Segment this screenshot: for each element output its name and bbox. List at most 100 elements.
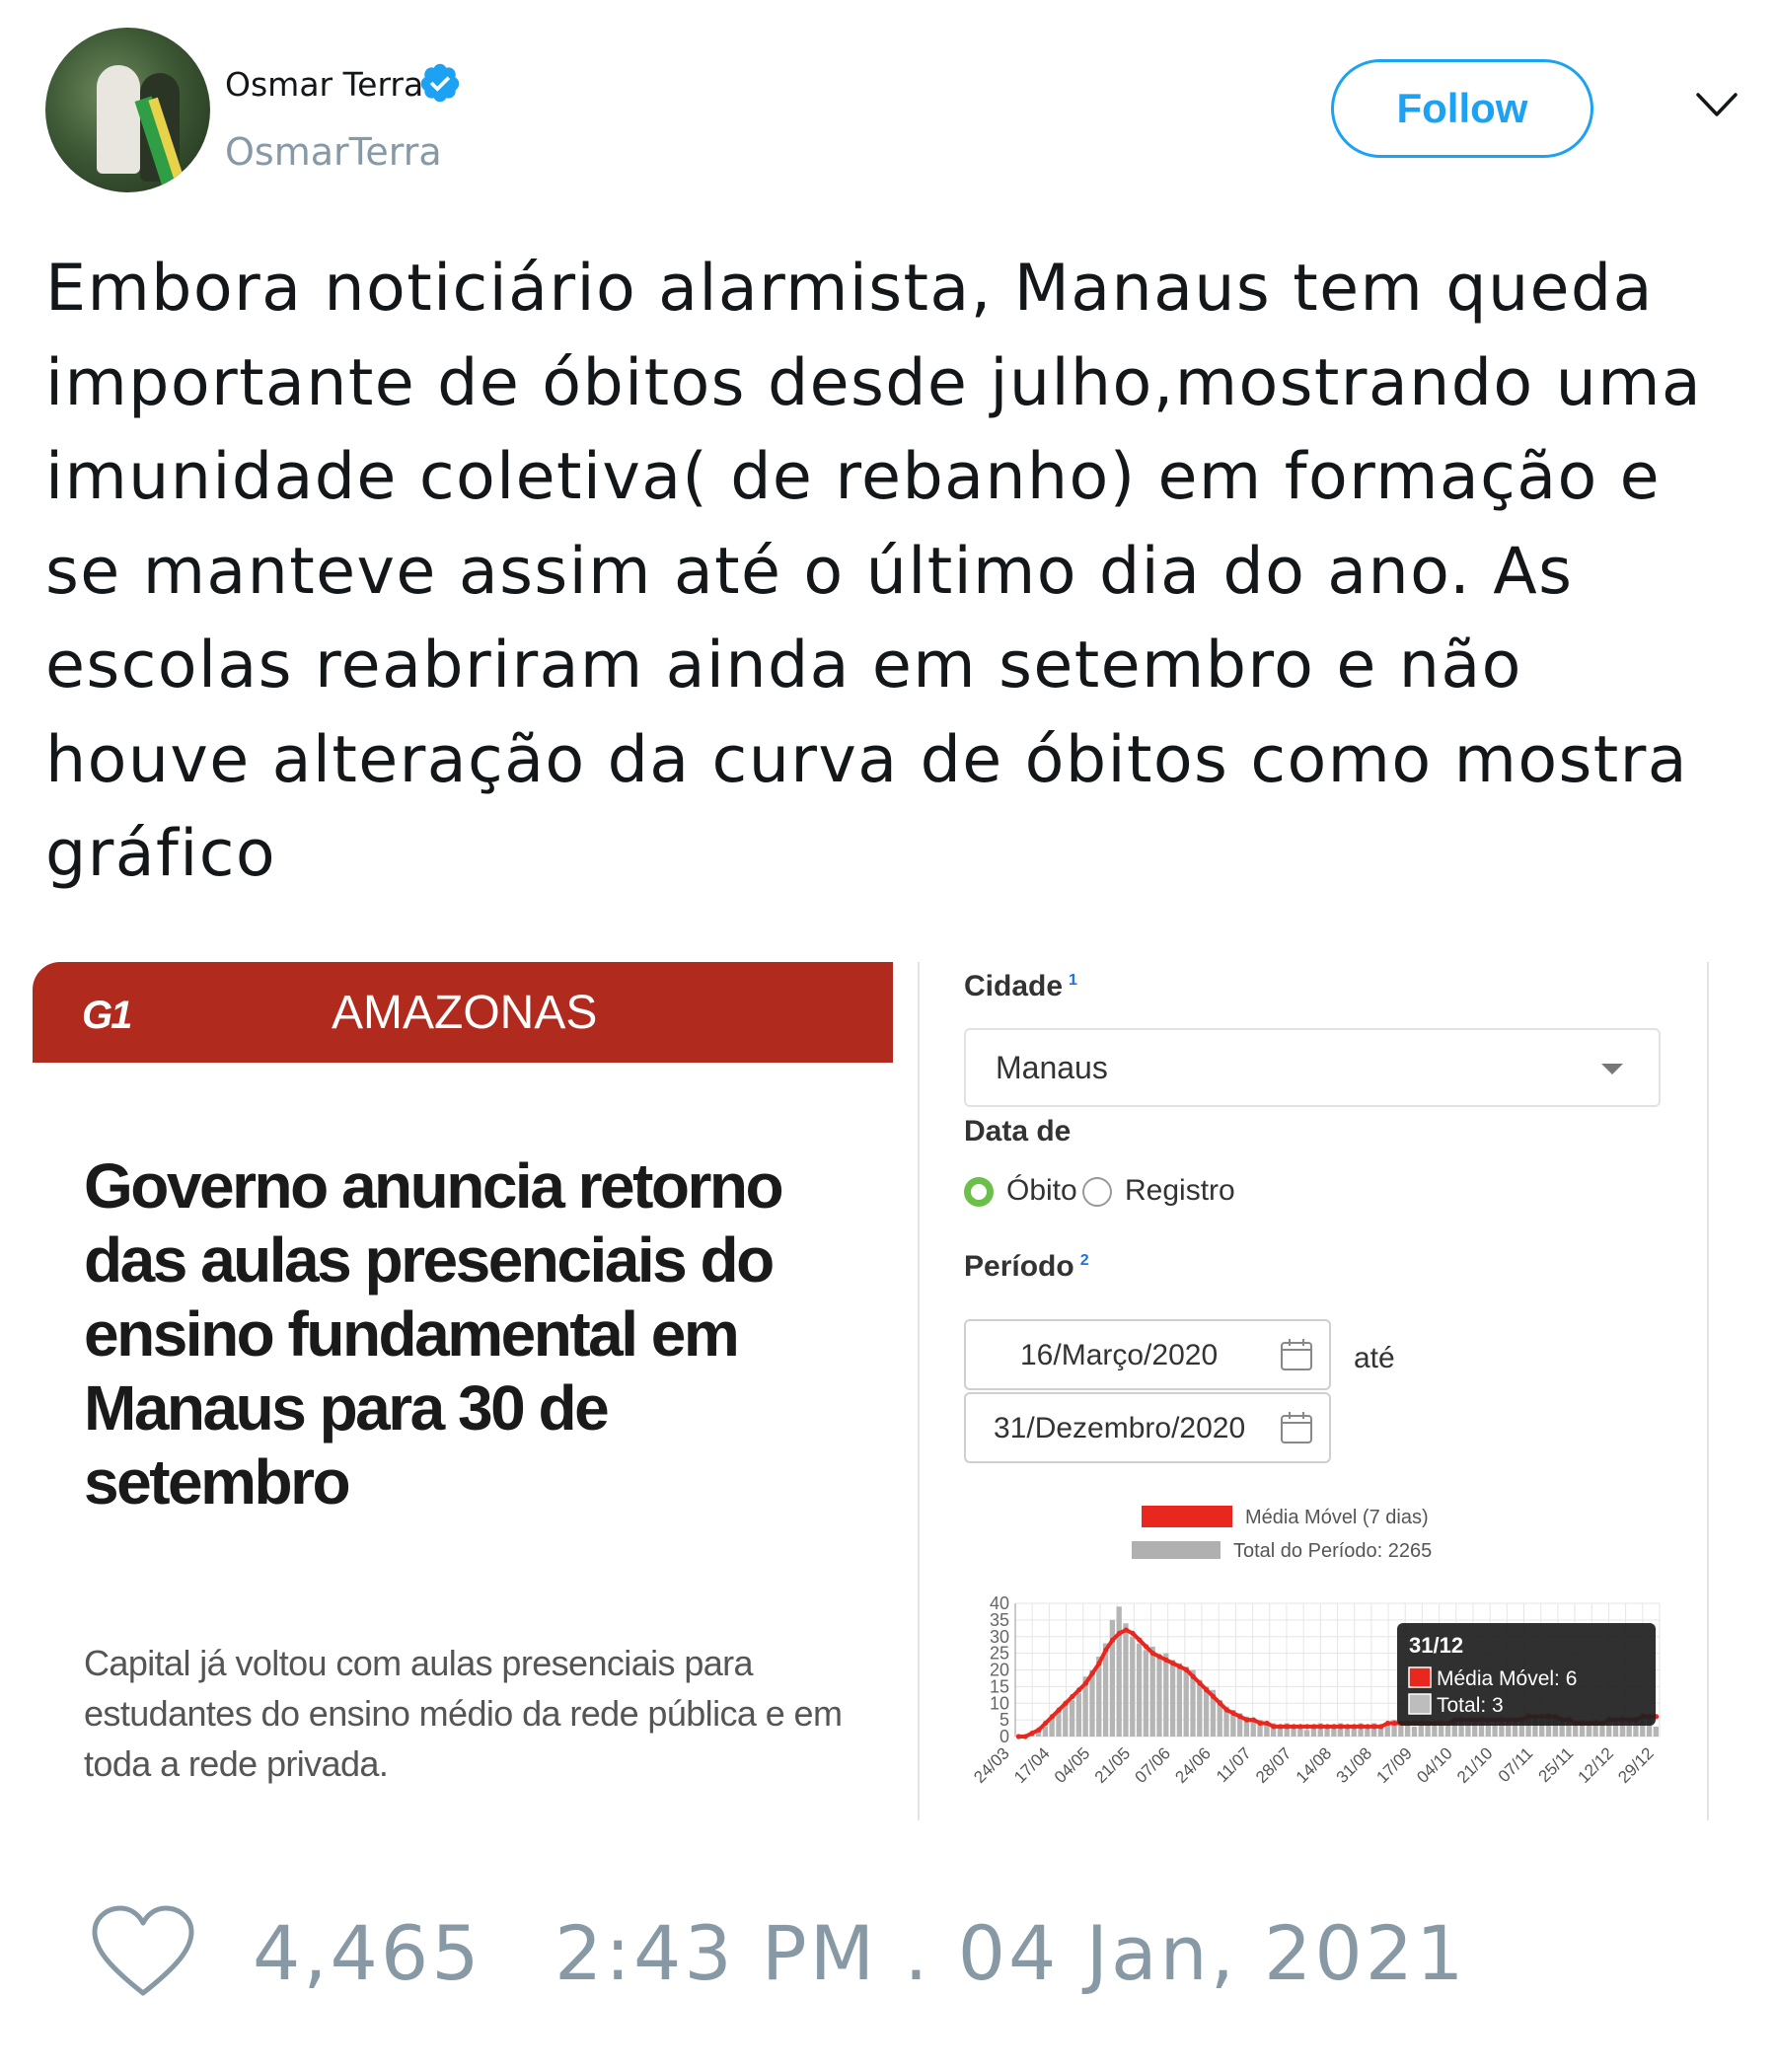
- point-media-movel: [1063, 1700, 1069, 1706]
- x-tick-label: 21/10: [1453, 1743, 1497, 1787]
- avatar[interactable]: [45, 28, 210, 192]
- cidade-select[interactable]: Manaus: [964, 1028, 1661, 1107]
- bar-total: [1143, 1650, 1149, 1737]
- g1-header-bar: G1 AMAZONAS: [33, 962, 893, 1063]
- point-media-movel: [1123, 1627, 1129, 1633]
- y-tick-label: 0: [999, 1727, 1009, 1746]
- point-media-movel: [1358, 1724, 1364, 1730]
- news-headline: Governo anuncia retorno das aulas presen…: [84, 1150, 784, 1517]
- point-media-movel: [1271, 1724, 1277, 1730]
- point-media-movel: [1056, 1707, 1062, 1713]
- tweet-text: Embora noticiário alarmista, Manaus tem …: [45, 252, 1703, 891]
- date-from-value: 16/Março/2020: [1020, 1339, 1219, 1371]
- point-media-movel: [1237, 1714, 1243, 1720]
- point-media-movel: [1082, 1680, 1089, 1686]
- point-media-movel: [1183, 1666, 1190, 1673]
- g1-section-title: AMAZONAS: [332, 987, 598, 1039]
- bar-total: [1075, 1693, 1082, 1737]
- radio-obito[interactable]: [964, 1177, 994, 1207]
- point-media-movel: [1156, 1654, 1162, 1660]
- point-media-movel: [1049, 1714, 1056, 1720]
- bar-total: [1163, 1653, 1169, 1737]
- calendar-icon[interactable]: [1280, 1411, 1313, 1444]
- like-count[interactable]: 4,465: [253, 1909, 482, 1997]
- legend-swatch-total: [1132, 1541, 1221, 1559]
- point-media-movel: [1022, 1734, 1028, 1739]
- radio-registro[interactable]: [1082, 1177, 1112, 1207]
- point-media-movel: [1324, 1724, 1330, 1730]
- tweet-media-image[interactable]: G1 AMAZONAS Governo anuncia retorno das …: [33, 962, 1710, 1820]
- x-tick-label: 07/06: [1132, 1743, 1175, 1787]
- point-media-movel: [1384, 1720, 1391, 1727]
- point-media-movel: [1365, 1724, 1370, 1730]
- chevron-down-icon: [1601, 1064, 1623, 1074]
- point-media-movel: [1331, 1724, 1337, 1730]
- bar-total: [1176, 1663, 1183, 1737]
- point-media-movel: [1137, 1637, 1143, 1643]
- point-media-movel: [1116, 1630, 1123, 1636]
- point-media-movel: [1043, 1720, 1049, 1727]
- deaths-chart[interactable]: Média Móvel (7 dias) Total do Período: 22…: [920, 1495, 1709, 1820]
- point-media-movel: [1015, 1734, 1022, 1739]
- point-media-movel: [1304, 1724, 1310, 1730]
- bar-total: [1123, 1623, 1129, 1737]
- x-tick-label: 29/12: [1614, 1743, 1658, 1787]
- point-media-movel: [1223, 1707, 1229, 1713]
- point-media-movel: [1278, 1724, 1284, 1730]
- legend-swatch-media-movel: [1142, 1506, 1232, 1527]
- date-to-value: 31/Dezembro/2020: [994, 1412, 1246, 1444]
- x-tick-label: 24/06: [1171, 1743, 1215, 1787]
- tooltip-swatch-total: [1408, 1693, 1432, 1715]
- bar-total: [1411, 1726, 1418, 1737]
- point-media-movel: [1378, 1724, 1384, 1730]
- point-media-movel: [1230, 1710, 1236, 1716]
- author-name[interactable]: Osmar Terra: [225, 65, 423, 104]
- point-media-movel: [1076, 1687, 1082, 1693]
- x-tick-label: 04/05: [1051, 1743, 1094, 1787]
- x-tick-label: 24/03: [970, 1743, 1013, 1787]
- legend-label-media-movel: Média Móvel (7 dias): [1245, 1507, 1429, 1528]
- date-to-field[interactable]: 31/Dezembro/2020: [964, 1392, 1331, 1463]
- bar-total: [1130, 1636, 1136, 1737]
- x-tick-label: 12/12: [1574, 1743, 1617, 1787]
- bar-total: [1169, 1660, 1176, 1737]
- radio-obito-label: Óbito: [1006, 1174, 1077, 1207]
- data-panel: Cidade 1 Manaus Data de Óbito Registro Pe…: [918, 962, 1709, 1820]
- calendar-icon[interactable]: [1280, 1338, 1313, 1371]
- radio-registro-label: Registro: [1125, 1174, 1235, 1207]
- point-media-movel: [1190, 1673, 1196, 1679]
- news-subheadline: Capital já voltou com aulas presenciais …: [84, 1643, 843, 1784]
- point-media-movel: [1284, 1724, 1291, 1730]
- point-media-movel: [1311, 1724, 1317, 1730]
- x-tick-label: 07/11: [1495, 1743, 1537, 1786]
- point-media-movel: [1291, 1724, 1296, 1730]
- ate-label: até: [1354, 1342, 1395, 1374]
- point-media-movel: [1211, 1693, 1217, 1700]
- cidade-label: Cidade 1: [964, 970, 1077, 1002]
- follow-button[interactable]: Follow: [1331, 59, 1593, 158]
- x-tick-label: 04/10: [1413, 1743, 1456, 1787]
- point-media-movel: [1345, 1724, 1351, 1730]
- bar-total: [1069, 1699, 1075, 1737]
- tooltip-swatch-media-movel: [1408, 1666, 1432, 1688]
- bar-total: [1653, 1726, 1659, 1737]
- date-from-field[interactable]: 16/Março/2020: [964, 1319, 1331, 1390]
- bar-total: [1063, 1703, 1069, 1737]
- bar-total: [1197, 1679, 1203, 1737]
- bar-total: [1303, 1730, 1310, 1737]
- point-media-movel: [1177, 1664, 1183, 1669]
- bar-total: [1156, 1657, 1162, 1737]
- point-media-movel: [1391, 1720, 1397, 1727]
- point-media-movel: [1144, 1644, 1149, 1650]
- point-media-movel: [1217, 1700, 1223, 1706]
- point-media-movel: [1149, 1651, 1156, 1657]
- bar-total: [1136, 1643, 1143, 1737]
- bar-total: [1116, 1606, 1122, 1737]
- point-media-movel: [1130, 1630, 1136, 1636]
- chevron-down-icon[interactable]: [1695, 91, 1739, 118]
- tweet-timestamp[interactable]: 2:43 PM . 04 Jan, 2021: [555, 1909, 1466, 1997]
- point-media-movel: [1297, 1724, 1303, 1730]
- data-de-label: Data de: [964, 1115, 1072, 1147]
- heart-icon[interactable]: [91, 1904, 195, 2001]
- author-handle[interactable]: OsmarTerra: [225, 130, 442, 174]
